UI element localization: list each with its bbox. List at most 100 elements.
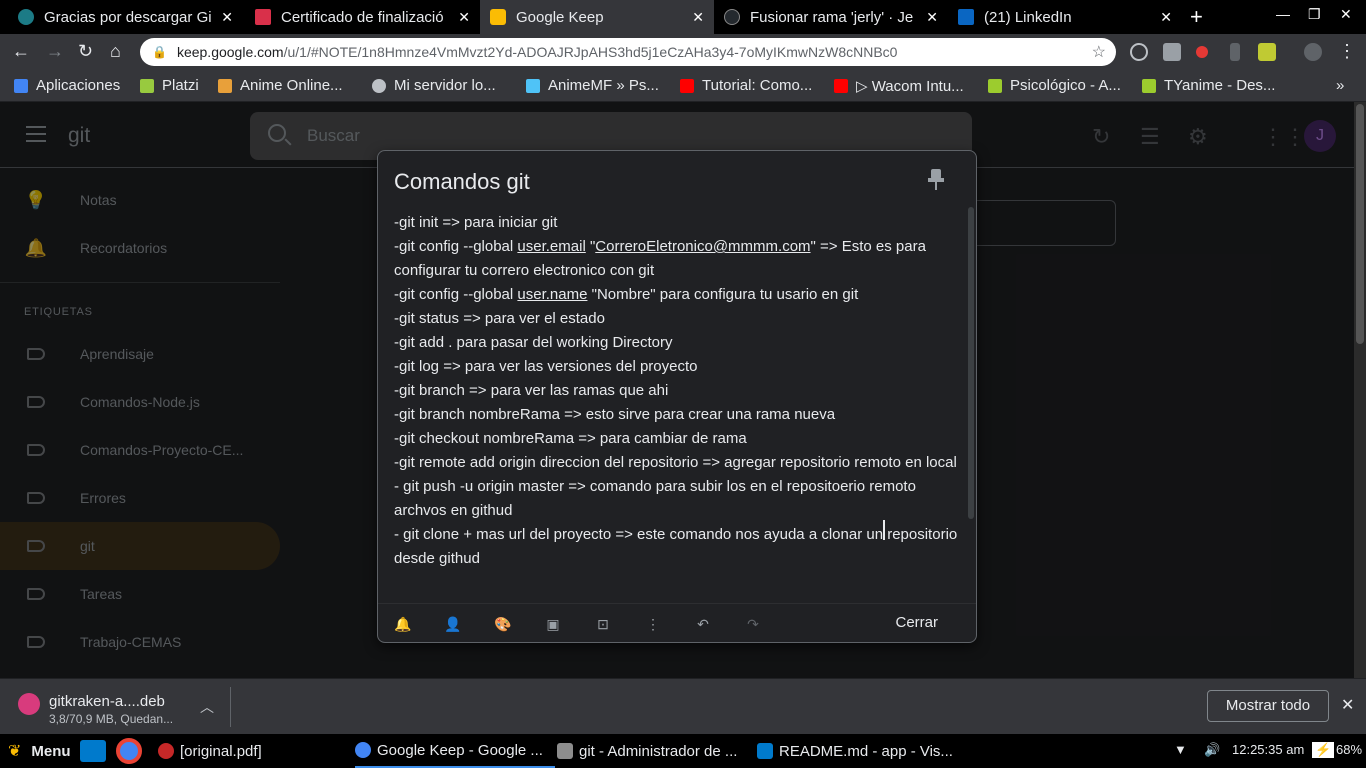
archive-icon[interactable]: ⊡ (593, 614, 613, 634)
start-menu-button[interactable]: ❦ Menu (8, 734, 71, 768)
browser-tab-github[interactable]: Fusionar rama 'jerly' · Je ✕ (714, 0, 948, 34)
youtube-icon (834, 79, 848, 93)
url-path: /u/1/#NOTE/1n8Hmnze4VmMvzt2Yd-ADOAJRJpAH… (283, 44, 898, 60)
scrollbar-thumb[interactable] (1356, 104, 1364, 344)
new-tab-icon[interactable]: + (1190, 4, 1203, 30)
chevron-up-icon[interactable]: ︿ (200, 697, 214, 717)
close-tab-icon[interactable]: ✕ (1160, 9, 1172, 26)
vscode-icon (757, 743, 773, 759)
show-all-downloads-button[interactable]: Mostrar todo (1207, 690, 1329, 722)
redo-icon[interactable]: ↷ (743, 614, 763, 634)
reload-icon[interactable]: ↻ (78, 41, 93, 62)
text-cursor (883, 520, 885, 540)
battery-icon[interactable]: ⚡ (1312, 742, 1335, 758)
remind-me-icon[interactable]: 🔔 (393, 614, 413, 634)
home-icon[interactable]: ⌂ (110, 41, 121, 62)
more-options-icon[interactable]: ⋮ (643, 614, 663, 634)
google-keep-favicon (490, 9, 506, 25)
note-scrollbar[interactable] (968, 207, 974, 519)
taskbar-window-pdf[interactable]: [original.pdf] (158, 734, 348, 768)
extension-icon[interactable] (1163, 43, 1181, 61)
note-toolbar: 🔔 👤 🎨 ▣ ⊡ ⋮ ↶ ↷ Cerrar (378, 603, 976, 642)
note-body[interactable]: -git init => para iniciar git -git config… (394, 211, 958, 599)
note-line: -git config --global user.name "Nombre" … (394, 286, 859, 303)
minimize-icon[interactable]: — (1276, 6, 1290, 22)
bookmark-mi-servidor[interactable]: Mi servidor lo... (372, 77, 496, 94)
taskbar-window-vscode[interactable]: README.md - app - Vis... (757, 734, 957, 768)
bookmark-tutorial[interactable]: Tutorial: Como... (680, 77, 812, 94)
bookmark-tyanime[interactable]: TYanime - Des... (1142, 77, 1275, 94)
volume-icon[interactable]: 🔊 (1204, 742, 1220, 758)
extension-icon[interactable] (1230, 43, 1240, 61)
anime-online-icon (218, 78, 232, 93)
address-bar[interactable]: 🔒 keep.google.com/u/1/#NOTE/1n8Hmnze4VmM… (140, 38, 1116, 66)
download-status: 3,8/70,9 MB, Quedan... (49, 712, 174, 726)
bookmark-wacom[interactable]: ▷ Wacom Intu... (834, 77, 964, 95)
chrome-icon (355, 742, 371, 758)
close-note-button[interactable]: Cerrar (893, 612, 940, 633)
browser-tab-udemy[interactable]: Certificado de finalizació ✕ (245, 0, 480, 34)
bookmark-psicologico[interactable]: Psicológico - A... (988, 77, 1121, 94)
chrome-menu-icon[interactable]: ⋮ (1338, 41, 1356, 62)
bookmark-animemf[interactable]: AnimeMF » Ps... (526, 77, 659, 94)
close-tab-icon[interactable]: ✕ (221, 9, 233, 26)
collaborator-icon[interactable]: 👤 (443, 614, 463, 634)
battery-level: 68% (1336, 742, 1363, 757)
note-title[interactable]: Comandos git (394, 169, 530, 195)
gitkraken-favicon (18, 9, 34, 25)
bookmarks-bar: Aplicaciones Platzi Anime Online... Mi s… (0, 70, 1366, 102)
note-line: -git add . para pasar del working Direct… (394, 334, 673, 351)
menu-leaf-icon: ❦ (8, 743, 22, 760)
note-line: -git init => para iniciar git (394, 214, 558, 231)
url-host: keep.google.com (176, 44, 284, 60)
undo-icon[interactable]: ↶ (693, 614, 713, 634)
close-window-icon[interactable]: ✕ (1340, 6, 1352, 23)
browser-tab-linkedin[interactable]: (21) LinkedIn ✕ (948, 0, 1182, 34)
vscode-launcher-icon[interactable] (80, 734, 112, 768)
profile-icon[interactable] (1304, 43, 1322, 61)
note-editor-dialog: Comandos git -git init => para iniciar g… (377, 150, 977, 643)
clock[interactable]: 12:25:35 am (1232, 742, 1304, 757)
forward-icon[interactable]: → (46, 41, 64, 62)
download-file-name[interactable]: gitkraken-a....deb (49, 693, 165, 710)
close-tab-icon[interactable]: ✕ (926, 9, 938, 26)
taskbar-window-file-manager[interactable]: git - Administrador de ... (557, 734, 749, 768)
extension-icon[interactable] (1258, 43, 1276, 61)
page-scrollbar[interactable] (1354, 102, 1366, 678)
animemf-icon (526, 78, 540, 93)
palette-icon[interactable]: 🎨 (493, 614, 513, 634)
note-line: - git clone + mas url del proyecto => es… (394, 526, 958, 567)
browser-tab-strip: Gracias por descargar Gi ✕ Certificado d… (0, 0, 1366, 34)
tyanime-icon (1142, 78, 1156, 93)
note-line: -git branch nombreRama => esto sirve par… (394, 406, 836, 423)
add-image-icon[interactable]: ▣ (543, 614, 563, 634)
note-line: -git checkout nombreRama => para cambiar… (394, 430, 747, 447)
note-line: -git status => para ver el estado (394, 310, 605, 327)
lock-icon: 🔒 (152, 45, 167, 59)
linkedin-favicon (958, 9, 974, 25)
github-favicon (724, 9, 740, 25)
record-extension-icon[interactable] (1196, 46, 1208, 58)
close-tab-icon[interactable]: ✕ (692, 9, 704, 26)
bookmark-platzi[interactable]: Platzi (140, 77, 199, 94)
bookmark-aplicaciones[interactable]: Aplicaciones (14, 77, 120, 94)
close-tab-icon[interactable]: ✕ (458, 9, 470, 26)
chrome-launcher-icon[interactable] (116, 734, 148, 768)
note-line: -git branch => para ver las ramas que ah… (394, 382, 669, 399)
close-download-bar-icon[interactable]: ✕ (1341, 695, 1354, 715)
note-line: -git config --global user.email "Correro… (394, 238, 926, 279)
browser-tab-gitkraken[interactable]: Gracias por descargar Gi ✕ (8, 0, 243, 34)
react-devtools-extension-icon[interactable] (1130, 43, 1148, 61)
bookmarks-overflow-icon[interactable]: » (1336, 77, 1344, 94)
bookmark-star-icon[interactable]: ☆ (1092, 42, 1106, 62)
taskbar-window-google-keep[interactable]: Google Keep - Google ... (355, 734, 555, 768)
bookmark-anime-online[interactable]: Anime Online... (218, 77, 343, 94)
pin-icon[interactable] (926, 169, 946, 191)
wifi-icon[interactable]: ▼ (1174, 742, 1187, 757)
back-icon[interactable]: ← (12, 41, 30, 62)
maximize-icon[interactable]: ❐ (1308, 6, 1321, 23)
note-line: - git push -u origin master => comando p… (394, 478, 916, 519)
youtube-icon (680, 78, 694, 93)
browser-tab-google-keep[interactable]: Google Keep ✕ (480, 0, 714, 34)
folder-icon (557, 743, 573, 759)
